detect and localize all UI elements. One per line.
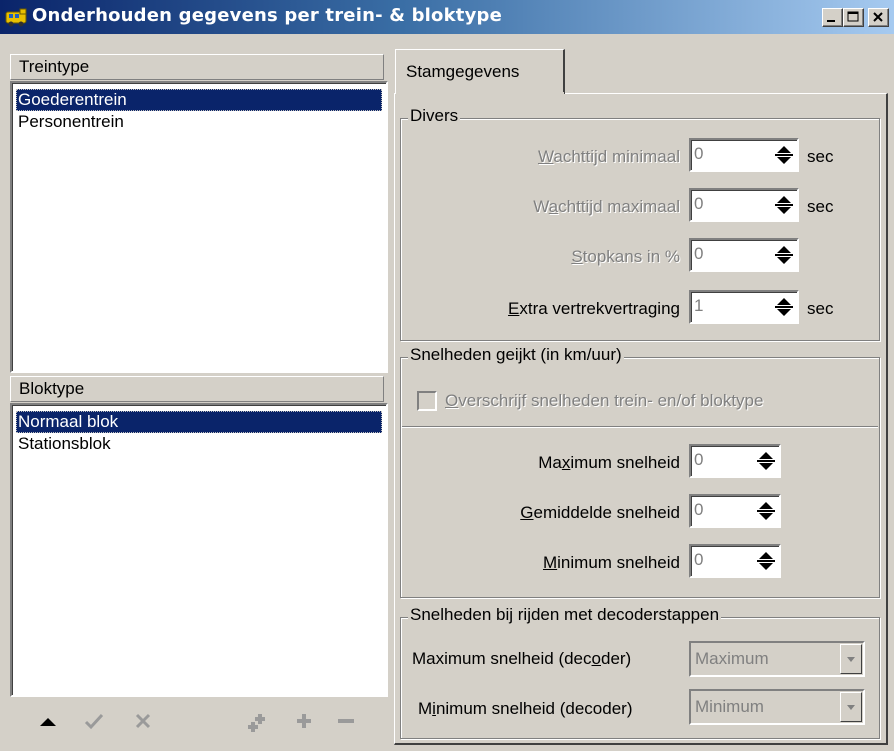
wachttijd-maximaal-unit: sec <box>807 197 834 216</box>
gemiddelde-snelheid-value: 0 <box>694 500 704 519</box>
minimum-snelheid-value: 0 <box>694 550 704 569</box>
remove-button[interactable] <box>326 703 366 739</box>
wachttijd-minimaal-spinner[interactable]: 0 <box>689 138 799 172</box>
treintype-list[interactable]: Goederentrein Personentrein <box>10 81 388 373</box>
remove-icon <box>338 719 354 723</box>
gemiddelde-snelheid-spinner[interactable]: 0 <box>689 494 781 528</box>
spinner-arrows-icon <box>757 502 775 520</box>
overschrijf-label: Overschrijf snelheden trein- en/of blokt… <box>445 391 764 410</box>
confirm-icon <box>84 713 104 730</box>
spinner-arrows-icon <box>757 452 775 470</box>
gemiddelde-snelheid-label: Gemiddelde snelheid <box>520 503 680 522</box>
bloktype-header[interactable]: Bloktype <box>10 376 384 402</box>
decoder-maximum-select[interactable]: Maximum <box>689 641 865 677</box>
spinner-arrows-icon <box>775 146 793 164</box>
maximum-snelheid-spinner[interactable]: 0 <box>689 444 781 478</box>
maximum-snelheid-value: 0 <box>694 450 704 469</box>
maximize-icon <box>847 11 859 22</box>
add-button[interactable] <box>284 703 324 739</box>
add-icon <box>297 714 311 728</box>
minimum-snelheid-spinner[interactable]: 0 <box>689 544 781 578</box>
list-item-goederentrein[interactable]: Goederentrein <box>16 89 382 111</box>
extra-vertrekvertraging-unit: sec <box>807 299 834 318</box>
move-up-icon <box>40 718 56 726</box>
wachttijd-maximaal-value: 0 <box>694 194 704 213</box>
tab-stamgegevens[interactable]: Stamgegevens <box>395 49 565 94</box>
window: Onderhouden gegevens per trein- & blokty… <box>0 0 894 751</box>
decoder-maximum-label: Maximum snelheid (decoder) <box>412 649 632 668</box>
decoder-maximum-value: Maximum <box>695 649 769 668</box>
spinner-arrows-icon <box>757 552 775 570</box>
window-title: Onderhouden gegevens per trein- & blokty… <box>32 5 503 26</box>
add-multiple-icon <box>248 714 265 732</box>
wachttijd-minimaal-unit: sec <box>807 147 834 166</box>
spinner-arrows-icon <box>775 298 793 316</box>
snelheden-legend: Snelheden geijkt (in km/uur) <box>408 345 624 365</box>
minimize-icon <box>827 20 835 22</box>
title-bar[interactable]: Onderhouden gegevens per trein- & blokty… <box>0 0 894 34</box>
wachttijd-maximaal-label: Wachttijd maximaal <box>533 197 680 216</box>
list-item-personentrein[interactable]: Personentrein <box>16 111 382 133</box>
stopkans-label: Stopkans in % <box>571 247 680 266</box>
cancel-icon <box>135 713 151 729</box>
treintype-header[interactable]: Treintype <box>10 54 384 80</box>
wachttijd-minimaal-value: 0 <box>694 144 704 163</box>
maximum-snelheid-label: Maximum snelheid <box>538 453 680 472</box>
train-icon <box>5 8 27 27</box>
wachttijd-maximaal-spinner[interactable]: 0 <box>689 188 799 222</box>
stopkans-value: 0 <box>694 244 704 263</box>
wachttijd-minimaal-label: Wachttijd minimaal <box>537 147 680 166</box>
list-item-normaal-blok[interactable]: Normaal blok <box>16 411 382 433</box>
close-button[interactable] <box>868 8 889 27</box>
stopkans-spinner[interactable]: 0 <box>689 238 799 272</box>
decoder-minimum-value: Minimum <box>695 697 764 716</box>
move-up-button[interactable] <box>28 703 68 739</box>
minimize-button[interactable] <box>822 8 843 27</box>
chevron-down-icon <box>847 705 855 710</box>
minimum-snelheid-label: Minimum snelheid <box>542 553 680 572</box>
decoder-minimum-label: Minimum snelheid (decoder) <box>418 699 633 718</box>
list-item-stationsblok[interactable]: Stationsblok <box>16 433 382 455</box>
cancel-button[interactable] <box>124 703 164 739</box>
decoder-minimum-select[interactable]: Minimum <box>689 689 865 725</box>
bloktype-list[interactable]: Normaal blok Stationsblok <box>10 403 388 697</box>
separator <box>402 426 878 428</box>
confirm-button[interactable] <box>74 703 114 739</box>
dropdown-button[interactable] <box>840 692 862 722</box>
spinner-arrows-icon <box>775 196 793 214</box>
maximize-button[interactable] <box>843 8 864 27</box>
close-icon <box>873 12 883 22</box>
spinner-arrows-icon <box>775 246 793 264</box>
divers-legend: Divers <box>408 106 461 126</box>
extra-vertrekvertraging-value: 1 <box>694 296 704 315</box>
chevron-down-icon <box>847 657 855 662</box>
add-multiple-button[interactable] <box>236 703 276 739</box>
decoder-legend: Snelheden bij rijden met decoderstappen <box>408 605 722 625</box>
dropdown-button[interactable] <box>840 644 862 674</box>
extra-vertrekvertraging-label: Extra vertrekvertraging <box>508 299 680 318</box>
extra-vertrekvertraging-spinner[interactable]: 1 <box>689 290 799 324</box>
overschrijf-checkbox[interactable] <box>417 391 437 411</box>
